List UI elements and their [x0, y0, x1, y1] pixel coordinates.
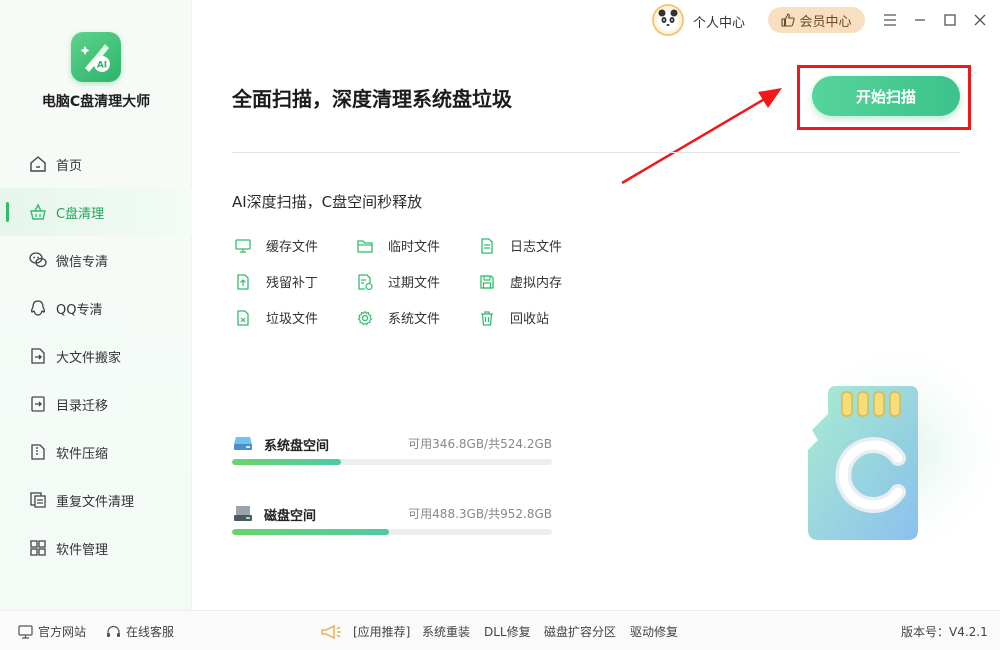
sidebar-item-label: 目录迁移 — [56, 398, 109, 414]
sidebar-item-label: QQ专清 — [56, 302, 103, 318]
feature-label: 临时文件 — [388, 240, 441, 255]
feature-item-temp: 临时文件 — [356, 236, 440, 255]
zip-icon — [28, 442, 48, 462]
thumb-up-icon — [781, 13, 796, 27]
sidebar-item-software[interactable]: 软件管理 — [0, 524, 192, 572]
sidebar-nav: 首页 C盘清理 微信专清 QQ专清 大文件搬家 目录迁移 软件压缩 重复文件清理… — [0, 140, 192, 572]
sidebar-item-c-clean[interactable]: C盘清理 — [0, 188, 192, 236]
footer-link-dll-repair[interactable]: DLL修复 — [484, 623, 531, 640]
sidebar-item-label: 首页 — [56, 158, 83, 174]
recommend-text: [应用推荐] — [353, 625, 411, 639]
feature-item-junk: 垃圾文件 — [234, 308, 318, 327]
feature-label: 系统文件 — [388, 312, 441, 327]
hard-drive-icon — [234, 506, 252, 521]
file-move-icon — [28, 346, 48, 366]
sidebar-item-label: C盘清理 — [56, 206, 105, 222]
feature-label: 回收站 — [510, 312, 550, 327]
footer-link-reinstall[interactable]: 系统重装 — [422, 623, 470, 640]
app-logo-icon: AI — [71, 32, 121, 82]
sidebar-item-label: 重复文件清理 — [56, 494, 135, 510]
minimize-icon[interactable] — [910, 10, 930, 30]
feature-item-cache: 缓存文件 — [234, 236, 318, 255]
system-drive-icon — [234, 437, 252, 450]
duplicate-file-icon — [28, 490, 48, 510]
feature-item-recycle: 回收站 — [478, 308, 549, 327]
online-service-link[interactable]: 在线客服 — [106, 623, 174, 640]
disk-name: 系统盘空间 — [264, 439, 330, 454]
sidebar-item-compress[interactable]: 软件压缩 — [0, 428, 192, 476]
feature-label: 虚拟内存 — [510, 276, 563, 291]
monitor-icon — [18, 624, 33, 639]
monitor-icon — [234, 237, 252, 255]
sidebar-item-duplicate[interactable]: 重复文件清理 — [0, 476, 192, 524]
maximize-icon[interactable] — [940, 10, 960, 30]
page-title: 全面扫描，深度清理系统盘垃圾 — [232, 87, 512, 111]
vip-center-button[interactable]: 会员中心 — [768, 7, 865, 33]
app-name: 电脑C盘清理大师 — [41, 94, 151, 110]
sidebar: AI 电脑C盘清理大师 首页 C盘清理 微信专清 QQ专清 大文件搬家 目录迁移… — [0, 0, 192, 610]
recommend-label: [应用推荐] — [320, 623, 410, 640]
feature-item-expired: 过期文件 — [356, 272, 440, 291]
memory-save-icon — [478, 273, 496, 291]
start-scan-button[interactable]: 开始扫描 — [812, 76, 960, 116]
junk-file-icon — [234, 309, 252, 327]
feature-label: 缓存文件 — [266, 240, 319, 255]
folder-migrate-icon — [28, 394, 48, 414]
broom-basket-icon — [28, 202, 48, 222]
official-site-label: 官方网站 — [38, 625, 87, 639]
sidebar-item-wechat[interactable]: 微信专清 — [0, 236, 192, 284]
disk-info: 可用346.8GB/共524.2GB — [408, 437, 552, 451]
vip-center-label: 会员中心 — [799, 14, 852, 30]
footer-link-disk-partition[interactable]: 磁盘扩容分区 — [544, 623, 616, 640]
sidebar-item-label: 软件压缩 — [56, 446, 109, 462]
online-service-label: 在线客服 — [126, 625, 175, 639]
wechat-icon — [28, 250, 48, 270]
sidebar-item-label: 微信专清 — [56, 254, 109, 270]
qq-icon — [28, 298, 48, 318]
disk-usage-bar — [232, 529, 552, 535]
apps-grid-icon — [28, 538, 48, 558]
disk-info: 可用488.3GB/共952.8GB — [408, 507, 552, 521]
footer: 官方网站 在线客服 [应用推荐] 系统重装 DLL修复 磁盘扩容分区 驱动修复 … — [0, 610, 1000, 650]
close-icon[interactable] — [970, 10, 990, 30]
feature-item-log: 日志文件 — [478, 236, 562, 255]
divider — [232, 152, 960, 153]
disk-name: 磁盘空间 — [264, 509, 317, 524]
feature-item-virtual-memory: 虚拟内存 — [478, 272, 562, 291]
feature-label: 残留补丁 — [266, 276, 319, 291]
user-center-link[interactable]: 个人中心 — [693, 12, 745, 31]
feature-label: 过期文件 — [388, 276, 441, 291]
feature-label: 日志文件 — [510, 240, 563, 255]
folder-icon — [356, 237, 374, 255]
sidebar-item-dir-migrate[interactable]: 目录迁移 — [0, 380, 192, 428]
sidebar-item-label: 大文件搬家 — [56, 350, 122, 366]
home-icon — [28, 154, 48, 174]
expired-file-icon — [356, 273, 374, 291]
gear-icon — [356, 309, 374, 327]
sidebar-item-big-file-move[interactable]: 大文件搬家 — [0, 332, 192, 380]
sidebar-item-qq[interactable]: QQ专清 — [0, 284, 192, 332]
feature-label: 垃圾文件 — [266, 312, 319, 327]
footer-link-driver-repair[interactable]: 驱动修复 — [630, 623, 678, 640]
avatar[interactable] — [652, 4, 684, 36]
feature-item-system: 系统文件 — [356, 308, 440, 327]
disk-usage-fill — [232, 459, 341, 465]
sidebar-item-home[interactable]: 首页 — [0, 140, 192, 188]
menu-icon[interactable] — [880, 10, 900, 30]
sidebar-item-label: 软件管理 — [56, 542, 109, 558]
megaphone-icon — [320, 624, 342, 640]
patch-upload-icon — [234, 273, 252, 291]
trash-icon — [478, 309, 496, 327]
disk-usage-bar — [232, 459, 552, 465]
sd-card-c-drive-icon — [782, 332, 1000, 568]
disk-usage-fill — [232, 529, 389, 535]
official-site-link[interactable]: 官方网站 — [18, 623, 86, 640]
svg-text:AI: AI — [97, 61, 107, 71]
section-subtitle: AI深度扫描，C盘空间秒释放 — [232, 193, 423, 211]
feature-item-patch: 残留补丁 — [234, 272, 318, 291]
log-file-icon — [478, 237, 496, 255]
version-label: 版本号：V4.2.1 — [901, 625, 988, 639]
headset-icon — [106, 625, 121, 639]
